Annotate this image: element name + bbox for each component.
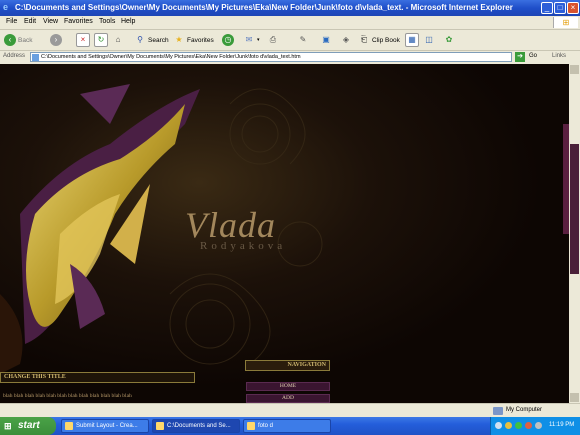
go-button[interactable]: Go xyxy=(529,53,537,59)
menu-favorites[interactable]: Favorites xyxy=(64,18,93,25)
address-input[interactable]: C:\Documents and Settings\Owner\My Docum… xyxy=(30,52,512,62)
window-title: C:\Documents and Settings\Owner\My Docum… xyxy=(15,3,513,12)
menu-tools[interactable]: Tools xyxy=(99,18,115,25)
edit-icon: ✎ xyxy=(299,35,307,44)
close-button[interactable]: × xyxy=(567,2,579,14)
menu-file[interactable]: File xyxy=(6,18,17,25)
background-artwork xyxy=(0,64,569,403)
task-submit-layout[interactable]: Submit Layout - Crea... xyxy=(61,419,149,433)
home-button[interactable]: ⌂ xyxy=(112,33,124,47)
nav-heading: NAVIGATION xyxy=(245,360,330,371)
toolbar: ‹ Back › × ↻ ⌂ ⚲ Search ★ Favorites ◷ ✉ … xyxy=(0,30,580,51)
photo-button[interactable]: ▦ xyxy=(405,33,419,47)
system-tray: 11:19 PM xyxy=(490,417,580,435)
star-icon: ★ xyxy=(175,35,183,44)
research-button[interactable]: ◈ xyxy=(340,33,352,47)
ie-task-icon xyxy=(65,422,73,430)
task-foto-d[interactable]: foto d xyxy=(243,419,331,433)
windows-flag-icon: ⊞ xyxy=(4,421,12,431)
back-button[interactable]: ‹ Back xyxy=(4,33,32,47)
web-page: Vlada Rodyakova NAVIGATION CHANGE THIS T… xyxy=(0,64,569,403)
stop-button[interactable]: × xyxy=(76,33,90,47)
research-icon: ◈ xyxy=(342,35,350,44)
scroll-thumb[interactable] xyxy=(570,144,579,274)
links-button[interactable]: Links xyxy=(552,53,566,59)
nav-home-link[interactable]: HOME xyxy=(246,382,330,391)
menu-edit[interactable]: Edit xyxy=(24,18,36,25)
menu-help[interactable]: Help xyxy=(121,18,135,25)
go-arrow-icon[interactable]: ➔ xyxy=(515,52,525,62)
title-bar: C:\Documents and Settings\Owner\My Docum… xyxy=(0,0,580,16)
forward-arrow-icon: › xyxy=(50,34,62,46)
discuss-icon: ▣ xyxy=(322,35,330,44)
clipbook-button[interactable]: ⎗ Clip Book xyxy=(358,33,400,47)
nav-add-link[interactable]: ADD xyxy=(246,394,330,403)
menu-view[interactable]: View xyxy=(43,18,58,25)
antivirus-icon[interactable] xyxy=(515,422,522,429)
network-icon[interactable] xyxy=(495,422,502,429)
discuss-button[interactable]: ▣ xyxy=(320,33,332,47)
body-text: blah blah blah blah blah blah blah blah … xyxy=(3,393,132,399)
messenger-button[interactable]: ◫ xyxy=(423,33,435,47)
ie-logo-icon: e xyxy=(3,2,9,12)
search-button[interactable]: ⚲ Search xyxy=(134,33,169,47)
vertical-scrollbar[interactable] xyxy=(569,64,580,403)
back-label: Back xyxy=(18,36,33,44)
clock: 11:19 PM xyxy=(549,422,575,428)
maximize-button[interactable]: □ xyxy=(554,2,566,14)
task-label: foto d xyxy=(258,423,274,429)
clipbook-label: Clip Book xyxy=(372,36,400,44)
address-label: Address xyxy=(3,53,26,59)
status-bar: My Computer xyxy=(0,403,580,418)
address-url: C:\Documents and Settings\Owner\My Docum… xyxy=(41,54,301,60)
ie-task-icon xyxy=(156,422,164,430)
photo-icon: ▦ xyxy=(405,33,419,47)
stop-icon: × xyxy=(76,33,90,47)
windows-logo-icon: ⊞ xyxy=(553,17,578,28)
taskbar: ⊞ start Submit Layout - Crea... C:\Docum… xyxy=(0,417,580,435)
security-icon[interactable] xyxy=(525,422,532,429)
start-button[interactable]: ⊞ start xyxy=(0,417,56,435)
mail-icon: ✉ xyxy=(245,35,253,44)
scroll-down-icon[interactable] xyxy=(570,393,579,402)
folder-task-icon xyxy=(247,422,255,430)
page-icon xyxy=(32,54,39,61)
refresh-button[interactable]: ↻ xyxy=(94,33,108,47)
start-label: start xyxy=(18,420,40,431)
refresh-icon: ↻ xyxy=(94,33,108,47)
address-bar: Address C:\Documents and Settings\Owner\… xyxy=(0,51,580,65)
logo-surname: Rodyakova xyxy=(200,240,287,252)
search-icon: ⚲ xyxy=(137,35,143,44)
history-button[interactable]: ◷ xyxy=(222,33,234,47)
edit-button[interactable]: ✎ xyxy=(297,33,309,47)
content-title-box: CHANGE THIS TITLE xyxy=(0,372,195,383)
task-documents[interactable]: C:\Documents and Se... xyxy=(152,419,240,433)
history-icon: ◷ xyxy=(222,34,234,46)
clipbook-icon: ⎗ xyxy=(360,35,368,44)
task-label: C:\Documents and Se... xyxy=(167,423,231,429)
msn-button[interactable]: ✿ xyxy=(443,33,455,47)
scroll-up-icon[interactable] xyxy=(570,65,579,74)
search-label: Search xyxy=(148,36,169,44)
task-label: Submit Layout - Crea... xyxy=(76,423,138,429)
print-icon: ⎙ xyxy=(269,35,277,44)
favorites-button[interactable]: ★ Favorites xyxy=(173,33,214,47)
forward-button[interactable]: › xyxy=(50,33,62,47)
computer-icon xyxy=(493,407,503,415)
status-zone: My Computer xyxy=(506,407,543,413)
msn-icon: ✿ xyxy=(445,35,453,44)
back-arrow-icon: ‹ xyxy=(4,34,16,46)
mail-button[interactable]: ✉ ▾ xyxy=(243,33,260,47)
minimize-button[interactable]: _ xyxy=(541,2,553,14)
messenger-tray-icon[interactable] xyxy=(505,422,512,429)
volume-icon[interactable] xyxy=(535,422,542,429)
favorites-label: Favorites xyxy=(187,36,214,44)
print-button[interactable]: ⎙ xyxy=(267,33,279,47)
home-icon: ⌂ xyxy=(115,35,121,44)
dropdown-arrow-icon: ▾ xyxy=(257,37,260,43)
menu-bar: File Edit View Favorites Tools Help ⊞ xyxy=(0,16,580,30)
messenger-icon: ◫ xyxy=(425,35,433,44)
